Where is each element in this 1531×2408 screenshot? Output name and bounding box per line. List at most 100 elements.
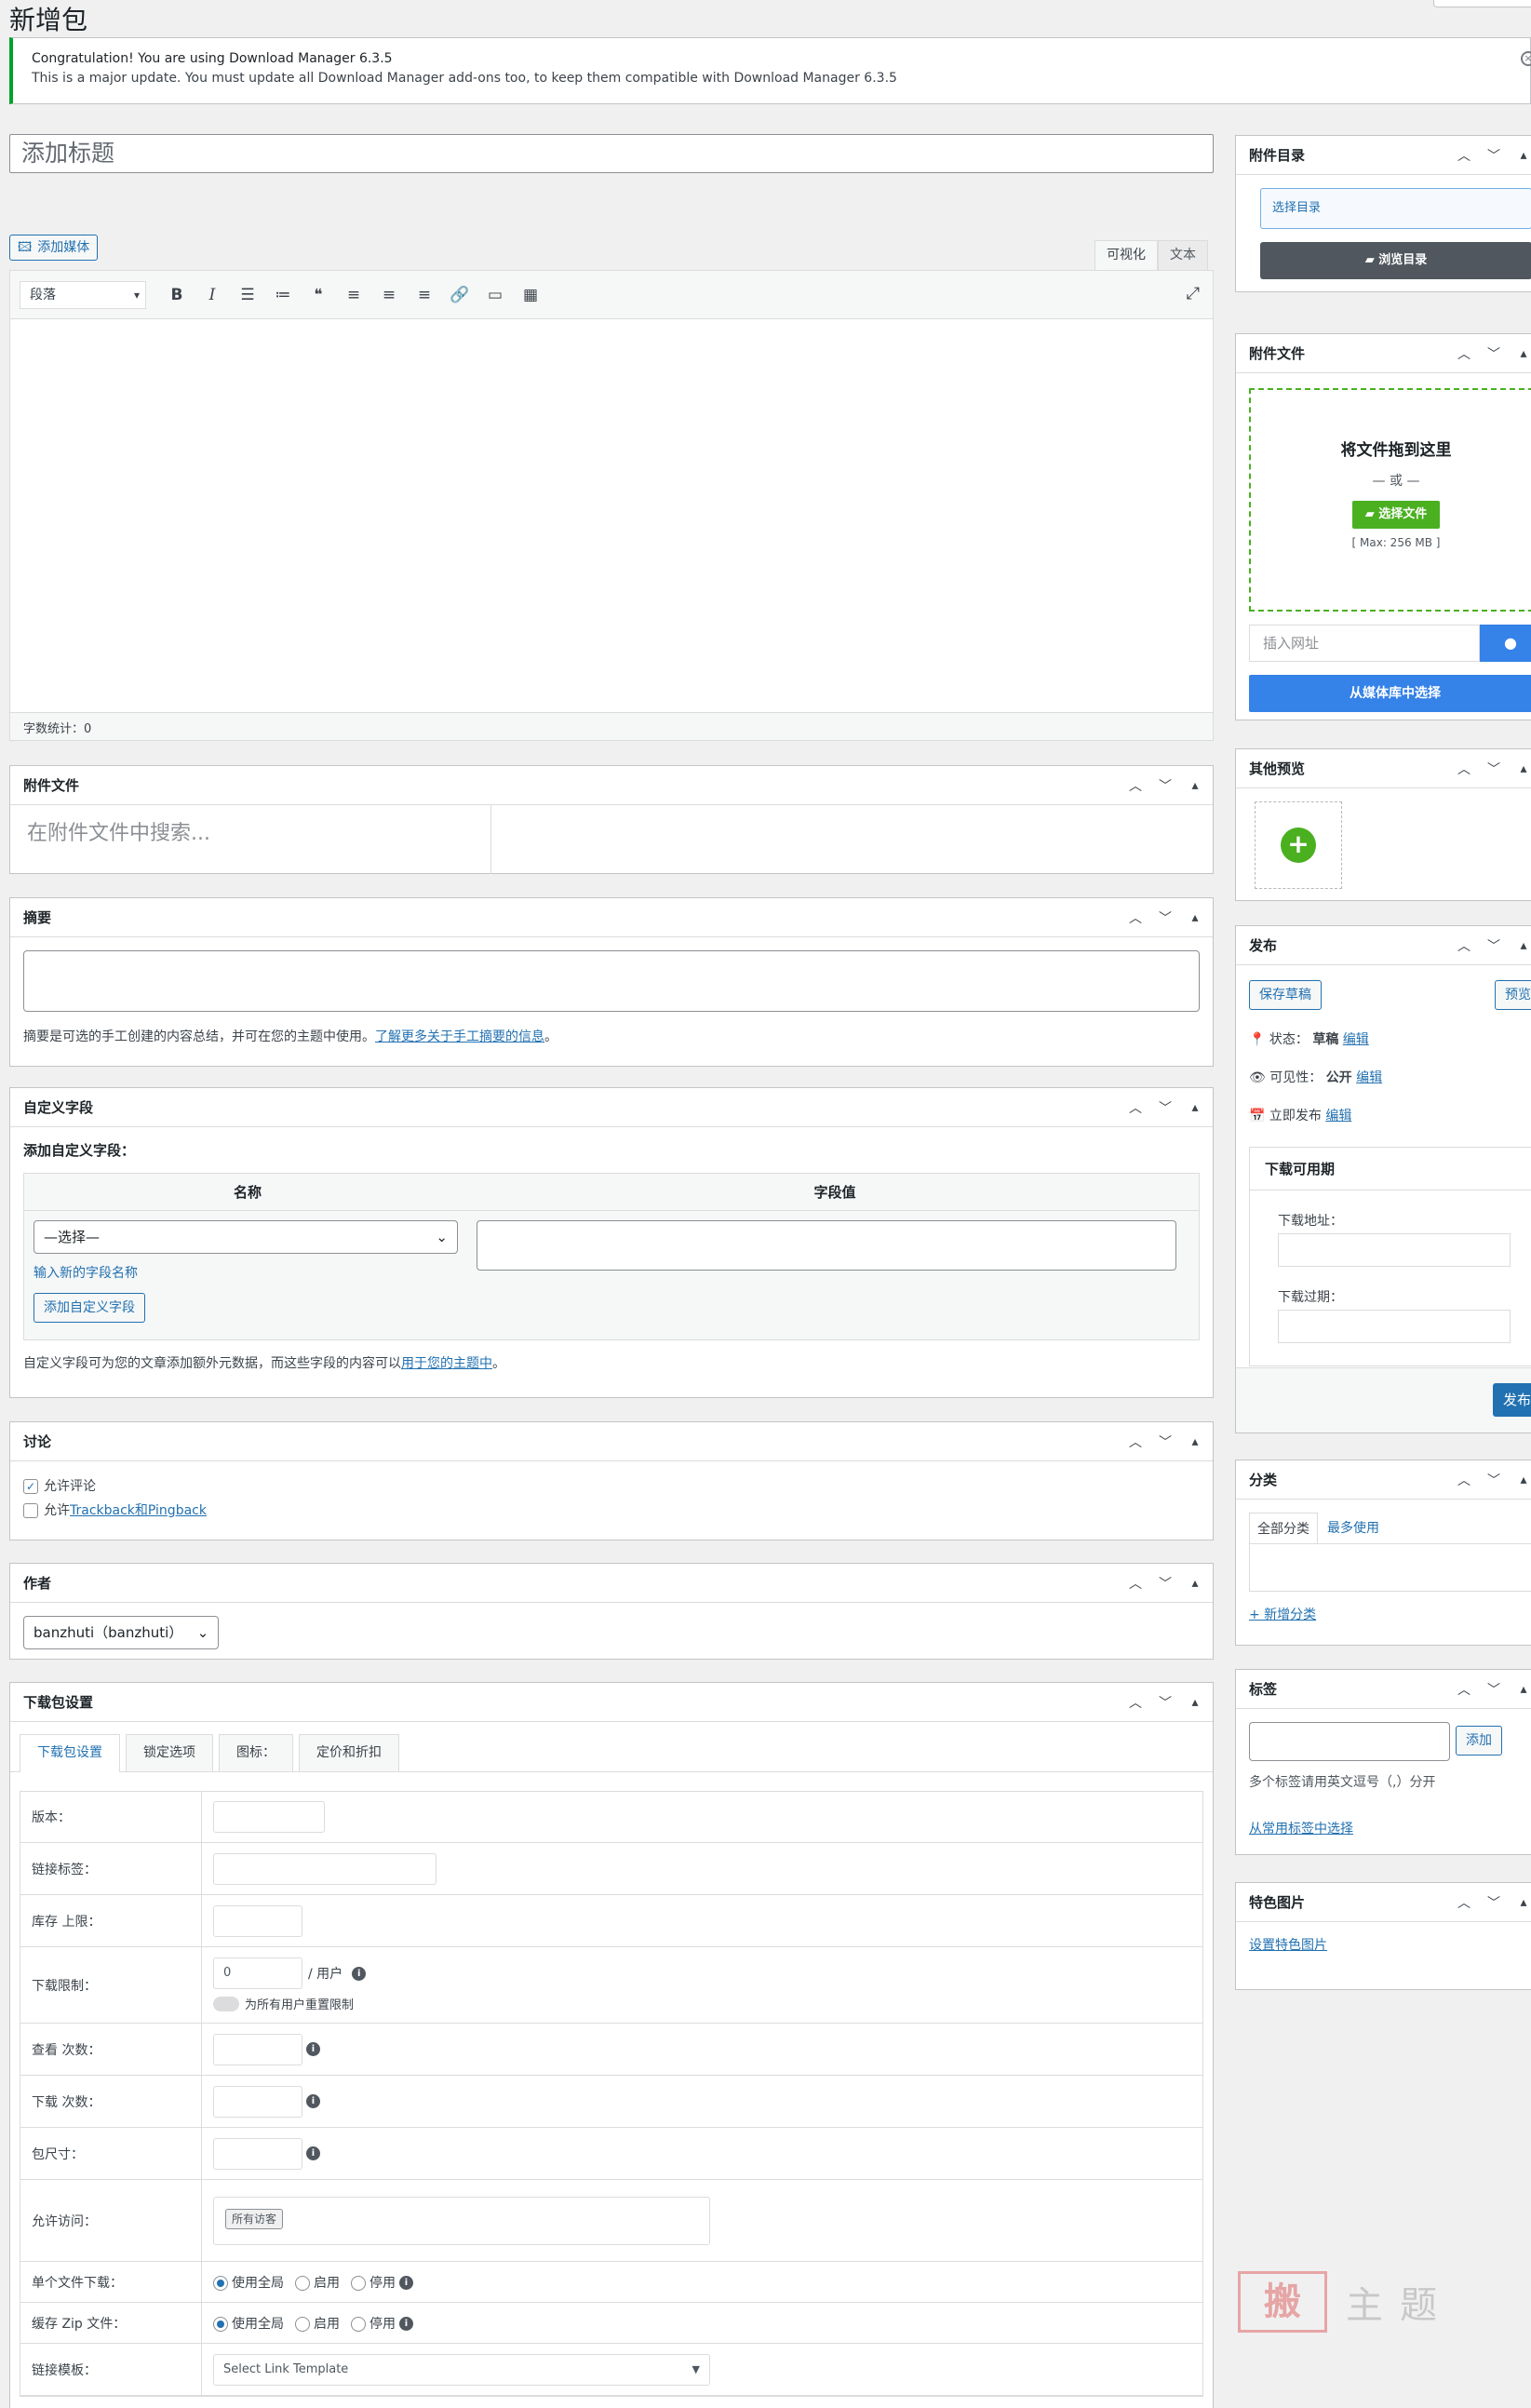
content-editor[interactable]: 段落 B I ☰ ≔ ❝ ≡ ≡ ≡ 🔗 ▭ ▦ ⤢ 字数统计：0 [9,270,1214,741]
move-down-icon[interactable]: ﹀ [1157,1574,1174,1593]
save-draft-button[interactable]: 保存草稿 [1249,980,1322,1010]
browse-dir-button[interactable]: ▰ 浏览目录 [1260,242,1531,279]
featured-box-header[interactable]: 特色图片 ︿ ﹀ ▴ [1236,1883,1531,1922]
align-center-icon[interactable]: ≡ [371,281,407,309]
zip-global-option[interactable]: 使用全局 [213,2314,284,2333]
numbered-list-icon[interactable]: ≔ [265,281,301,309]
bold-icon[interactable]: B [159,281,195,309]
trackback-link[interactable]: Trackback和Pingback [70,1503,207,1518]
collapse-icon[interactable]: ▴ [1187,910,1203,925]
category-box-header[interactable]: 分类 ︿ ﹀ ▴ [1236,1460,1531,1500]
collapse-icon[interactable]: ▴ [1187,1695,1203,1710]
allow-pings-checkbox[interactable] [23,1503,38,1518]
move-up-icon[interactable]: ︿ [1127,1574,1144,1593]
move-up-icon[interactable]: ︿ [1456,1893,1472,1912]
set-featured-link[interactable]: 设置特色图片 [1249,1938,1327,1953]
reset-limit-toggle[interactable] [213,1996,239,2011]
collapse-icon[interactable]: ▴ [1515,1895,1531,1910]
zip-disable-option[interactable]: 停用 i [351,2314,413,2333]
enter-new-link[interactable]: 输入新的字段名称 [34,1263,458,1282]
excerpt-box-header[interactable]: 摘要 ︿ ﹀ ▴ [10,898,1213,937]
add-media-button[interactable]: 🖾 添加媒体 [9,235,99,261]
publish-button[interactable]: 发布 [1492,1383,1531,1417]
collapse-icon[interactable]: ▴ [1187,1100,1203,1115]
move-down-icon[interactable]: ﹀ [1157,1098,1174,1117]
collapse-icon[interactable]: ▴ [1187,778,1203,793]
tab-all-categories[interactable]: 全部分类 [1249,1513,1318,1543]
move-up-icon[interactable]: ︿ [1456,1680,1472,1699]
tab-popular-categories[interactable]: 最多使用 [1318,1513,1389,1543]
toolbar-toggle-icon[interactable]: ▦ [513,281,548,309]
move-down-icon[interactable]: ﹀ [1157,776,1174,795]
custom-field-select[interactable]: —选择— ⌄ [34,1220,458,1254]
zip-enable-option[interactable]: 启用 [295,2314,340,2333]
package-settings-header[interactable]: 下载包设置 ︿ ﹀ ▴ [10,1683,1213,1722]
choose-tags-link[interactable]: 从常用标签中选择 [1249,1819,1528,1837]
files-box-header[interactable]: 附件文件 ︿ ﹀ ▴ [1236,334,1531,373]
download-limit-input[interactable]: 0 [213,1957,302,1989]
move-up-icon[interactable]: ︿ [1456,760,1472,778]
single-disable-option[interactable]: 停用 i [351,2273,413,2292]
all-visitors-tag[interactable]: 所有访客 [225,2208,284,2229]
bullet-list-icon[interactable]: ☰ [230,281,265,309]
discussion-header[interactable]: 讨论 ︿ ﹀ ▴ [10,1422,1213,1461]
move-up-icon[interactable]: ︿ [1127,908,1144,927]
screen-options-button[interactable] [1433,0,1531,7]
use-in-theme-link[interactable]: 用于您的主题中 [401,1356,492,1371]
select-dir-input[interactable]: 选择目录 [1260,188,1531,229]
collapse-icon[interactable]: ▴ [1515,1473,1531,1487]
edit-visibility-link[interactable]: 编辑 [1356,1070,1382,1085]
link-template-select[interactable]: Select Link Template ▼ [213,2353,710,2386]
move-down-icon[interactable]: ﹀ [1485,146,1502,165]
move-down-icon[interactable]: ﹀ [1485,760,1502,778]
align-right-icon[interactable]: ≡ [407,281,442,309]
move-down-icon[interactable]: ﹀ [1485,1680,1502,1699]
download-count-input[interactable] [213,2085,302,2118]
allow-access-input[interactable]: 所有访客 [213,2196,710,2245]
custom-field-value-input[interactable] [477,1220,1176,1271]
tab-lock-options[interactable]: 锁定选项 [126,1734,213,1771]
tags-box-header[interactable]: 标签 ︿ ﹀ ▴ [1236,1670,1531,1709]
tag-input[interactable] [1249,1722,1450,1761]
collapse-icon[interactable]: ▴ [1515,346,1531,361]
version-input[interactable] [213,1801,325,1833]
attachments-box-header[interactable]: 附件文件 ︿ ﹀ ▴ [10,766,1213,805]
tab-text[interactable]: 文本 [1158,240,1208,270]
move-down-icon[interactable]: ﹀ [1485,344,1502,363]
edit-status-link[interactable]: 编辑 [1343,1032,1369,1047]
move-down-icon[interactable]: ﹀ [1485,1471,1502,1489]
package-size-input[interactable] [213,2137,302,2170]
allow-comments-checkbox[interactable]: ✓ [23,1479,38,1494]
move-up-icon[interactable]: ︿ [1127,1433,1144,1451]
excerpt-textarea[interactable] [23,950,1200,1012]
edit-time-link[interactable]: 编辑 [1325,1109,1351,1123]
single-global-option[interactable]: 使用全局 [213,2273,284,2292]
move-up-icon[interactable]: ︿ [1127,1693,1144,1712]
insert-url-input[interactable]: 插入网址 [1249,625,1480,662]
collapse-icon[interactable]: ▴ [1515,761,1531,776]
stock-limit-input[interactable] [213,1904,302,1937]
excerpt-learn-link[interactable]: 了解更多关于手工摘要的信息 [375,1029,544,1044]
move-up-icon[interactable]: ︿ [1456,936,1472,955]
move-down-icon[interactable]: ﹀ [1485,936,1502,955]
add-category-link[interactable]: + 新增分类 [1249,1605,1531,1623]
drop-zone[interactable]: 将文件拖到这里 — 或 — ▰ 选择文件 [ Max: 256 MB ] [1249,388,1531,612]
move-up-icon[interactable]: ︿ [1456,1471,1472,1489]
move-down-icon[interactable]: ﹀ [1157,1433,1174,1451]
collapse-icon[interactable]: ▴ [1515,938,1531,953]
move-down-icon[interactable]: ﹀ [1485,1893,1502,1912]
add-custom-field-button[interactable]: 添加自定义字段 [34,1293,145,1323]
collapse-icon[interactable]: ▴ [1187,1434,1203,1449]
view-count-input[interactable] [213,2033,302,2065]
move-down-icon[interactable]: ﹀ [1157,1693,1174,1712]
author-header[interactable]: 作者 ︿ ﹀ ▴ [10,1564,1213,1603]
move-up-icon[interactable]: ︿ [1127,1098,1144,1117]
tab-icon[interactable]: 图标： [219,1734,293,1771]
title-input[interactable]: 添加标题 [9,134,1214,173]
add-preview-area[interactable]: + [1255,801,1342,889]
read-more-icon[interactable]: ▭ [477,281,513,309]
dl-expire-input[interactable] [1278,1310,1511,1343]
fullscreen-icon[interactable]: ⤢ [1187,284,1200,303]
tab-pricing[interactable]: 定价和折扣 [299,1734,399,1771]
author-select[interactable]: banzhuti（banzhuti） ⌄ [23,1616,220,1649]
